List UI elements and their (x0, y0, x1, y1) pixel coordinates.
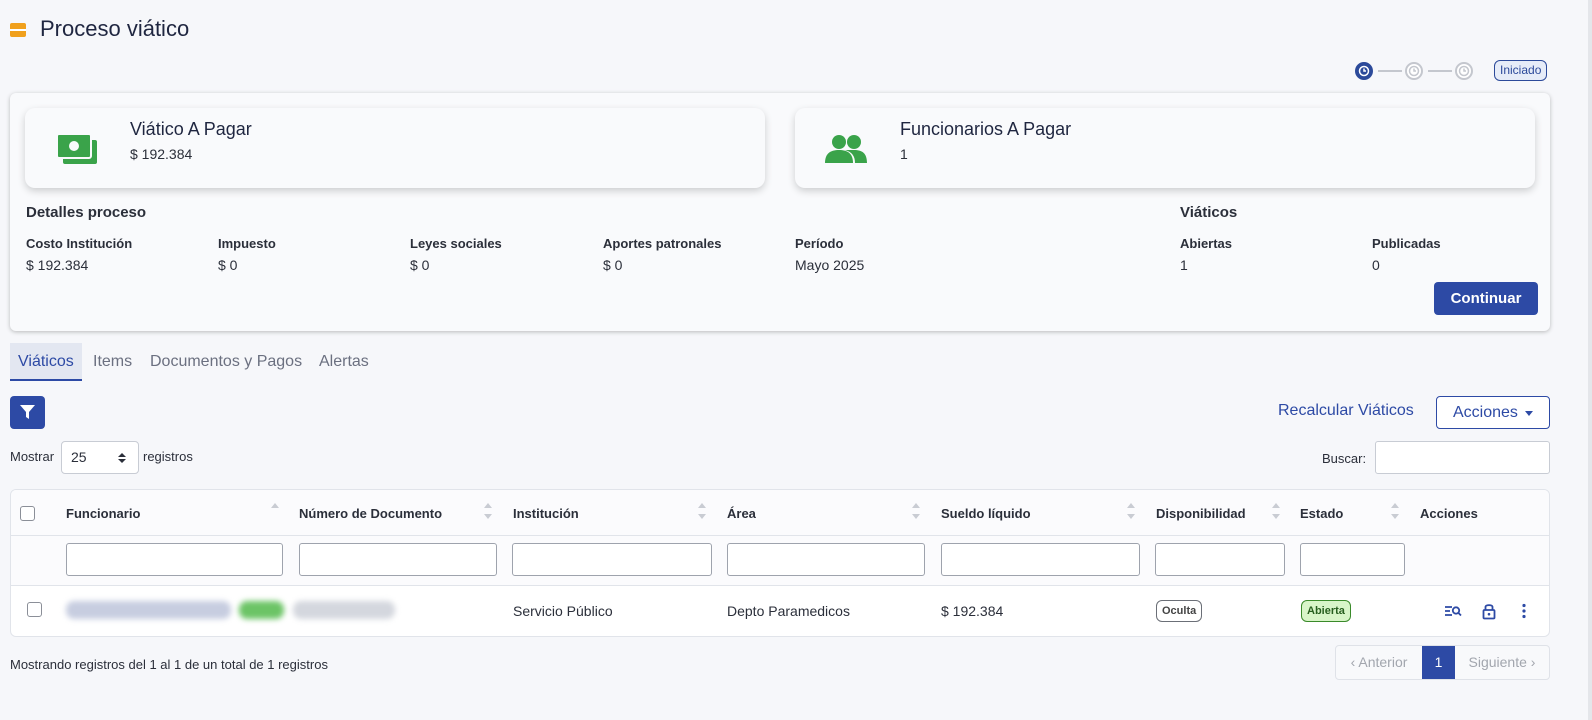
page-scrollbar[interactable] (1588, 0, 1592, 720)
more-options-icon[interactable] (1515, 602, 1533, 620)
redacted-documento (293, 601, 395, 619)
caret-down-icon (1525, 411, 1533, 416)
detail-label: Costo Institución (26, 236, 133, 251)
filter-input-estado[interactable] (1300, 543, 1405, 576)
search-label: Buscar: (1322, 451, 1367, 466)
filter-icon (20, 405, 35, 419)
column-header-sueldo[interactable]: Sueldo líquido (941, 506, 1031, 521)
filter-input-funcionario[interactable] (66, 543, 283, 576)
filter-input-sueldo[interactable] (941, 543, 1140, 576)
sort-icon[interactable] (1126, 502, 1136, 520)
pagination-prev[interactable]: ‹ Anterior (1336, 646, 1422, 679)
cell-sueldo: $ 192.384 (941, 603, 1004, 619)
page-length-value: 25 (71, 449, 87, 465)
funcionarios-stat-card: Funcionarios A Pagar 1 (795, 108, 1535, 188)
viaticos-value: 1 (1180, 257, 1188, 273)
detail-value: $ 0 (410, 257, 430, 273)
detail-value: $ 0 (603, 257, 623, 273)
tab-alertas[interactable]: Alertas (311, 343, 377, 381)
detail-value: $ 0 (218, 257, 238, 273)
pagination-page-1[interactable]: 1 (1422, 646, 1455, 679)
viaticos-label: Publicadas (1372, 236, 1441, 251)
prev-label: Anterior (1358, 654, 1408, 670)
continue-button[interactable]: Continuar (1434, 282, 1538, 315)
length-suffix: registros (143, 449, 193, 464)
pagination-next[interactable]: Siguiente › (1455, 646, 1549, 679)
stat-title: Funcionarios A Pagar (900, 119, 1072, 139)
filter-input-documento[interactable] (299, 543, 497, 576)
step-connector (1378, 70, 1402, 72)
stat-value: $ 192.384 (130, 146, 193, 162)
page-length-select[interactable]: 25 (61, 441, 139, 474)
recalcular-viaticos-button[interactable]: Recalcular Viáticos (1278, 402, 1414, 420)
acciones-dropdown[interactable]: Acciones (1436, 396, 1550, 429)
length-prefix: Mostrar (10, 449, 55, 464)
column-header-funcionario[interactable]: Funcionario (66, 506, 140, 521)
lock-icon[interactable] (1480, 602, 1498, 620)
stat-value: 1 (900, 146, 908, 162)
redacted-funcionario (66, 601, 231, 619)
column-header-disponibilidad[interactable]: Disponibilidad (1156, 506, 1246, 521)
chevron-right-icon: › (1530, 654, 1536, 670)
view-details-icon[interactable] (1444, 602, 1462, 620)
sort-icon[interactable] (1390, 502, 1400, 520)
tab-viaticos[interactable]: Viáticos (10, 343, 82, 381)
column-header-acciones: Acciones (1420, 506, 1478, 521)
detail-value: Mayo 2025 (795, 257, 865, 273)
estado-badge: Abierta (1301, 600, 1351, 622)
sort-icon[interactable] (1271, 502, 1281, 520)
cell-area: Depto Paramedicos (727, 603, 850, 619)
sort-icon[interactable] (697, 502, 707, 520)
tab-items[interactable]: Items (85, 343, 140, 381)
detail-label: Aportes patronales (603, 236, 722, 251)
chevron-left-icon: ‹ (1350, 654, 1356, 670)
search-input[interactable] (1375, 441, 1550, 474)
sort-icon[interactable] (911, 502, 921, 520)
viatico-stat-card: Viático A Pagar $ 192.384 (25, 108, 765, 188)
column-header-area[interactable]: Área (727, 506, 756, 521)
detail-label: Leyes sociales (410, 236, 502, 251)
next-label: Siguiente (1468, 654, 1527, 670)
step-2-clock-icon (1405, 62, 1423, 80)
filter-input-institucion[interactable] (512, 543, 712, 576)
detail-value: $ 192.384 (26, 257, 89, 273)
column-header-estado[interactable]: Estado (1300, 506, 1343, 521)
viaticos-heading: Viáticos (1180, 204, 1238, 221)
column-header-documento[interactable]: Número de Documento (299, 506, 442, 521)
detail-label: Período (795, 236, 844, 251)
tab-documentos-pagos[interactable]: Documentos y Pagos (142, 343, 310, 381)
filter-button[interactable] (10, 396, 45, 429)
acciones-label: Acciones (1453, 404, 1518, 421)
sort-arrows-icon (118, 453, 126, 463)
sort-icon[interactable] (483, 502, 493, 520)
step-3-clock-icon (1455, 62, 1473, 80)
process-icon (10, 23, 26, 37)
page-title: Proceso viático (40, 16, 190, 41)
column-header-institucion[interactable]: Institución (513, 506, 579, 521)
viaticos-value: 0 (1372, 257, 1380, 273)
filter-input-disponibilidad[interactable] (1155, 543, 1285, 576)
stat-title: Viático A Pagar (130, 119, 252, 139)
disponibilidad-badge: Oculta (1156, 600, 1203, 622)
pagination: ‹ Anterior 1 Siguiente › (1335, 645, 1550, 680)
redacted-badge (239, 601, 284, 619)
step-connector (1428, 70, 1452, 72)
viaticos-table: Funcionario Número de Documento Instituc… (10, 489, 1550, 637)
cell-institucion: Servicio Público (513, 603, 613, 619)
row-checkbox[interactable] (27, 602, 42, 617)
step-1-clock-icon (1355, 62, 1373, 80)
detail-label: Impuesto (218, 236, 276, 251)
select-all-checkbox[interactable] (20, 506, 35, 521)
status-badge: Iniciado (1494, 60, 1548, 81)
details-heading: Detalles proceso (26, 204, 147, 221)
money-icon (56, 133, 97, 164)
table-info: Mostrando registros del 1 al 1 de un tot… (10, 657, 328, 672)
sort-icon[interactable] (270, 502, 280, 520)
users-icon (825, 135, 867, 163)
viaticos-label: Abiertas (1180, 236, 1233, 251)
filter-input-area[interactable] (727, 543, 925, 576)
